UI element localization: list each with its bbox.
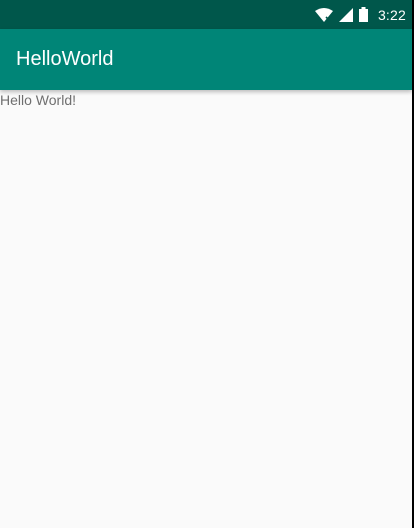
wifi-icon — [314, 7, 333, 22]
battery-icon — [358, 7, 368, 22]
main-content: Hello World! — [0, 90, 412, 528]
device-screen: 3:22 HelloWorld Hello World! — [0, 0, 414, 528]
status-icons: 3:22 — [314, 0, 406, 29]
app-title: HelloWorld — [16, 48, 114, 70]
status-bar: 3:22 — [0, 0, 412, 29]
status-clock: 3:22 — [377, 6, 406, 23]
hello-text: Hello World! — [0, 92, 76, 108]
signal-icon — [338, 7, 353, 22]
app-bar: HelloWorld — [0, 29, 412, 90]
